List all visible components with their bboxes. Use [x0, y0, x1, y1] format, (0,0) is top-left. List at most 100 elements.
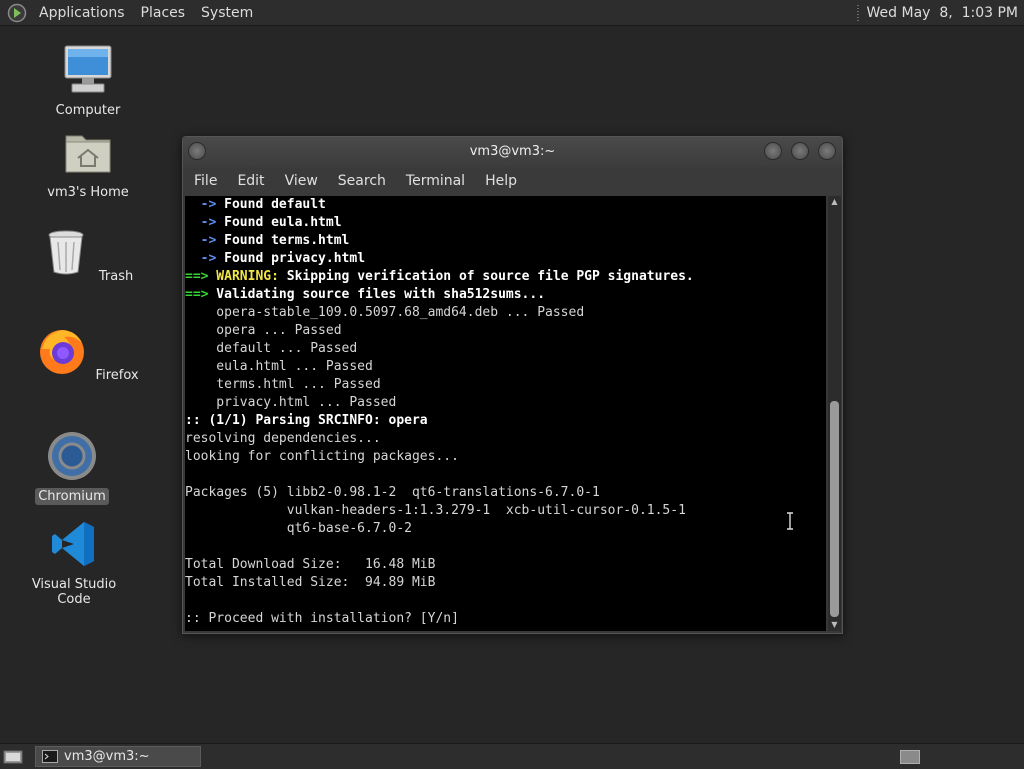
- applications-menu[interactable]: Applications: [31, 5, 133, 21]
- terminal-text-segment: Skipping verification of source file PGP…: [278, 269, 694, 284]
- terminal-text-segment: privacy.html ... Passed: [185, 395, 397, 410]
- terminal-line: :: (1/1) Parsing SRCINFO: opera: [185, 412, 826, 430]
- scroll-down-arrow-icon[interactable]: ▼: [828, 619, 841, 631]
- terminal-text-segment: Found eula.html: [216, 215, 342, 230]
- distro-logo-icon[interactable]: [7, 3, 27, 23]
- terminal-text-segment: :: (1/1) Parsing SRCINFO: opera: [185, 413, 428, 428]
- terminal-line: resolving dependencies...: [185, 430, 826, 448]
- desktop-icon-label: Trash: [98, 269, 134, 284]
- terminal-text-segment: opera ... Passed: [185, 323, 342, 338]
- desktop-icon-label: Chromium: [35, 488, 109, 505]
- terminal-text-segment: Packages (5) libb2-0.98.1-2 qt6-translat…: [185, 485, 600, 500]
- terminal-text-segment: default ... Passed: [185, 341, 358, 356]
- terminal-line: qt6-base-6.7.0-2: [185, 520, 826, 538]
- menu-view[interactable]: View: [275, 173, 328, 189]
- terminal-text-segment: ->: [200, 215, 217, 230]
- show-desktop-icon[interactable]: [3, 749, 23, 765]
- minimize-button[interactable]: [764, 142, 782, 160]
- terminal-text-segment: vulkan-headers-1:1.3.279-1 xcb-util-curs…: [185, 503, 686, 518]
- menu-edit[interactable]: Edit: [227, 173, 274, 189]
- desktop-icon-trash[interactable]: Trash: [28, 226, 148, 285]
- workspace-switcher[interactable]: [900, 749, 920, 764]
- terminal-line: opera-stable_109.0.5097.68_amd64.deb ...…: [185, 304, 826, 322]
- terminal-text-segment: looking for conflicting packages...: [185, 449, 459, 464]
- bottom-panel: vm3@vm3:~: [0, 743, 1024, 769]
- chromium-icon: [48, 432, 96, 480]
- maximize-button[interactable]: [791, 142, 809, 160]
- terminal-line: privacy.html ... Passed: [185, 394, 826, 412]
- terminal-text-segment: resolving dependencies...: [185, 431, 381, 446]
- terminal-text-segment: ->: [200, 251, 217, 266]
- taskbar-terminal-button[interactable]: vm3@vm3:~: [35, 746, 201, 767]
- system-menu[interactable]: System: [193, 5, 261, 21]
- trash-icon: [48, 230, 84, 275]
- terminal-window[interactable]: vm3@vm3:~ File Edit View Search Terminal…: [182, 136, 843, 634]
- terminal-text-segment: ->: [200, 197, 217, 212]
- terminal-line: default ... Passed: [185, 340, 826, 358]
- menu-file[interactable]: File: [183, 173, 227, 189]
- terminal-line: -> Found privacy.html: [185, 250, 826, 268]
- home-folder-icon: [65, 135, 111, 173]
- panel-handle: [856, 4, 859, 21]
- terminal-output[interactable]: -> Found default -> Found eula.html -> F…: [185, 196, 826, 631]
- menu-help[interactable]: Help: [475, 173, 527, 189]
- terminal-line: :: Proceed with installation? [Y/n]: [185, 610, 826, 628]
- scrollbar-thumb[interactable]: [830, 401, 839, 617]
- vscode-icon: [52, 522, 94, 566]
- terminal-text-segment: Found privacy.html: [216, 251, 366, 266]
- desktop-icon-firefox[interactable]: Firefox: [29, 325, 149, 384]
- terminal-icon: [42, 750, 58, 763]
- terminal-text-segment: terms.html ... Passed: [185, 377, 381, 392]
- terminal-text-segment: Validating source files with sha512sums.…: [208, 287, 546, 302]
- menu-search[interactable]: Search: [328, 173, 396, 189]
- terminal-text-segment: eula.html ... Passed: [185, 359, 373, 374]
- firefox-icon: [40, 330, 85, 374]
- terminal-text-segment: WARNING:: [208, 269, 279, 284]
- scroll-up-arrow-icon[interactable]: ▲: [828, 196, 841, 208]
- menu-terminal[interactable]: Terminal: [396, 173, 475, 189]
- desktop-icon-vscode[interactable]: Visual Studio Code: [14, 518, 134, 608]
- taskbar-button-label: vm3@vm3:~: [64, 749, 150, 764]
- terminal-line: Total Download Size: 16.48 MiB: [185, 556, 826, 574]
- terminal-scrollbar[interactable]: ▲ ▼: [828, 196, 841, 631]
- terminal-line: eula.html ... Passed: [185, 358, 826, 376]
- terminal-text-segment: ->: [200, 233, 217, 248]
- terminal-text-segment: Found terms.html: [216, 233, 350, 248]
- clock[interactable]: Wed May 8, 1:03 PM: [867, 5, 1018, 21]
- terminal-text-segment: opera-stable_109.0.5097.68_amd64.deb ...…: [185, 305, 585, 320]
- close-button[interactable]: [818, 142, 836, 160]
- terminal-line: ==> WARNING: Skipping verification of so…: [185, 268, 826, 286]
- terminal-text-segment: ==>: [185, 269, 209, 284]
- window-title: vm3@vm3:~: [469, 144, 556, 159]
- terminal-line: -> Found terms.html: [185, 232, 826, 250]
- terminal-line: vulkan-headers-1:1.3.279-1 xcb-util-curs…: [185, 502, 826, 520]
- terminal-text-segment: Found default: [216, 197, 326, 212]
- top-panel-tray: Wed May 8, 1:03 PM: [856, 4, 1024, 21]
- desktop-icon-label: Computer: [55, 103, 121, 118]
- terminal-line: looking for conflicting packages...: [185, 448, 826, 466]
- desktop-icon-label: vm3's Home: [47, 185, 129, 200]
- desktop-icon-chromium[interactable]: Chromium: [12, 430, 132, 505]
- terminal-text-segment: Total Download Size: 16.48 MiB: [185, 557, 436, 572]
- desktop-icon-home[interactable]: vm3's Home: [28, 126, 148, 201]
- desktop-icon-computer[interactable]: Computer: [28, 44, 148, 119]
- window-titlebar[interactable]: vm3@vm3:~: [183, 137, 842, 167]
- terminal-line: -> Found default: [185, 196, 826, 214]
- computer-icon: [64, 45, 112, 93]
- terminal-line: Total Installed Size: 94.89 MiB: [185, 574, 826, 592]
- terminal-line: opera ... Passed: [185, 322, 826, 340]
- desktop-icon-label: Firefox: [95, 368, 139, 383]
- places-menu[interactable]: Places: [133, 5, 194, 21]
- desktop-icon-label: Visual Studio Code: [31, 577, 117, 607]
- terminal-text-segment: :: Proceed with installation? [Y/n]: [185, 611, 459, 626]
- terminal-line: -> Found eula.html: [185, 214, 826, 232]
- text-cursor-icon: [787, 512, 793, 530]
- terminal-text-segment: qt6-base-6.7.0-2: [185, 521, 412, 536]
- terminal-line: terms.html ... Passed: [185, 376, 826, 394]
